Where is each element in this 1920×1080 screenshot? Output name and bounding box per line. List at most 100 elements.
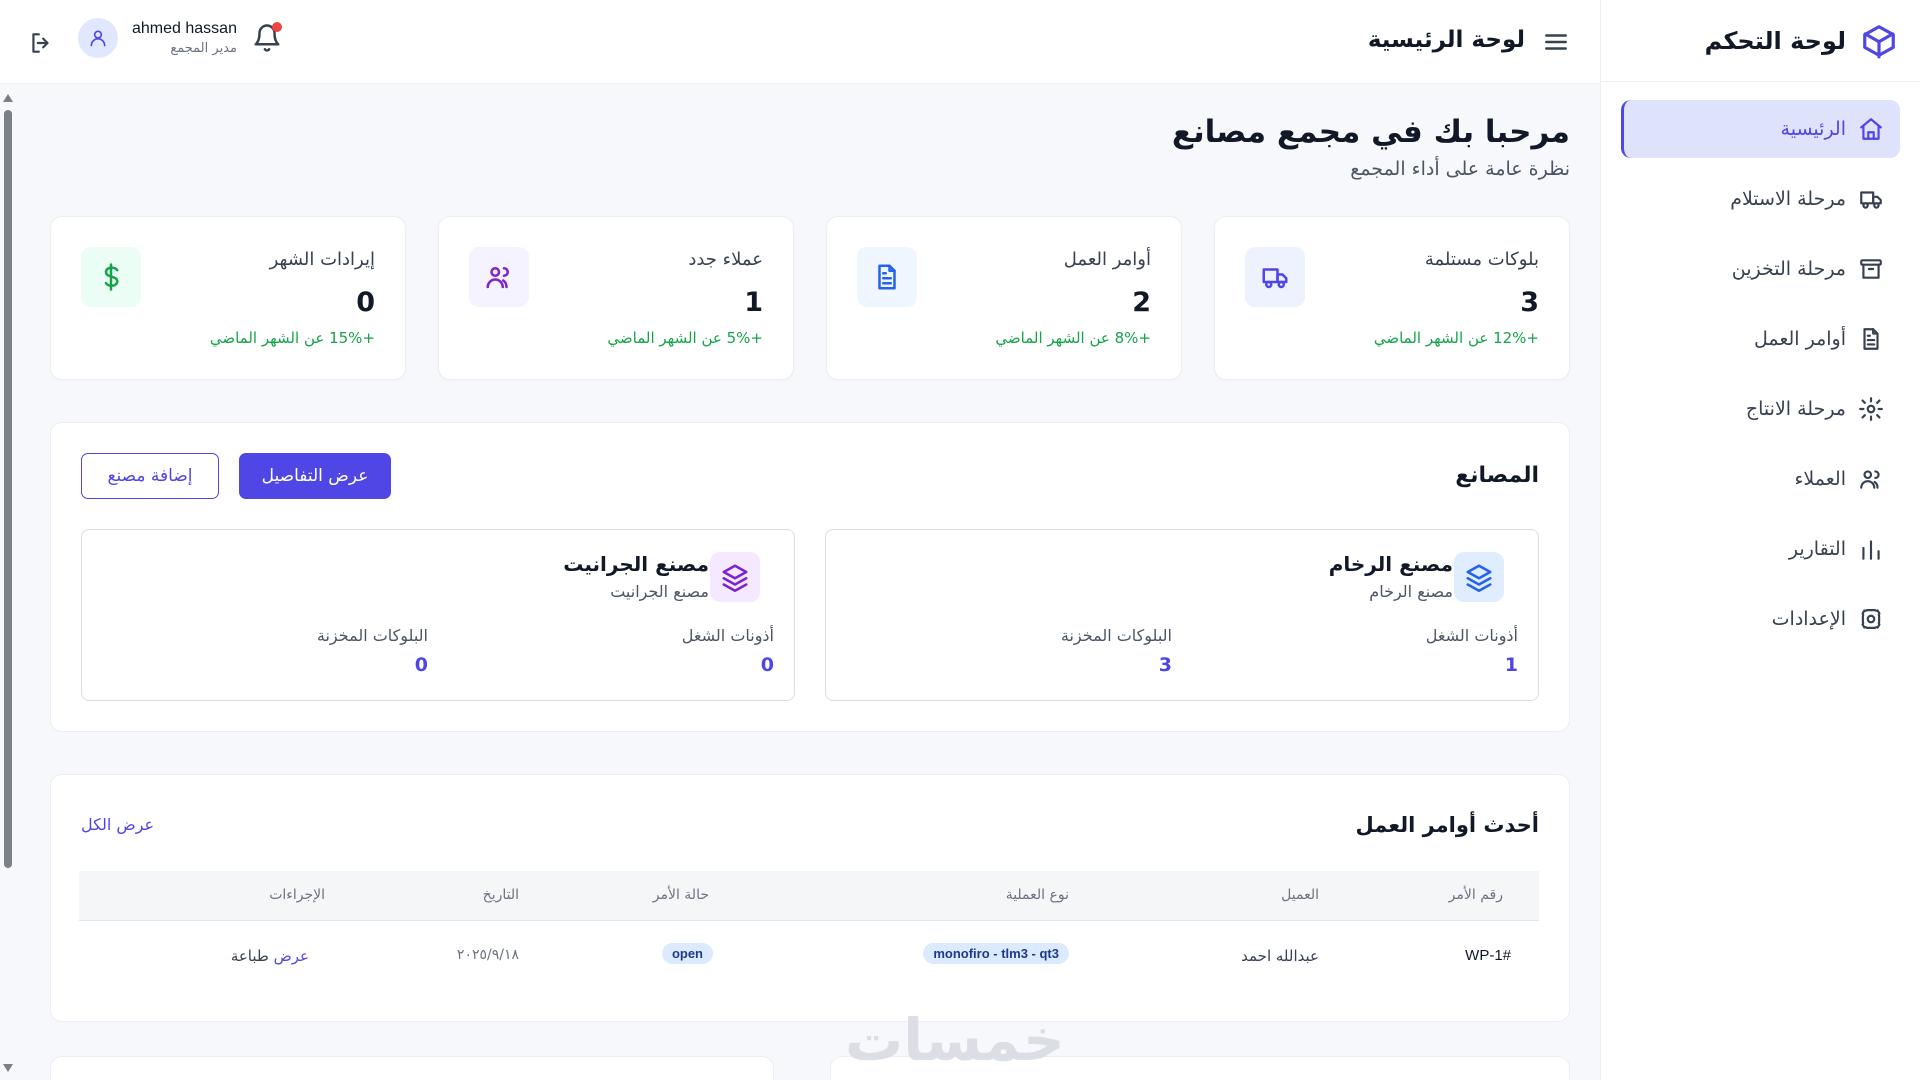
order-date: ٢٠٢٥/٩/١٨ bbox=[456, 947, 519, 963]
sidebar-brand[interactable]: لوحة التحكم bbox=[1601, 0, 1920, 82]
dollar-icon bbox=[104, 263, 119, 291]
work-permits-label: أذونات الشغل bbox=[1425, 626, 1518, 645]
stat-label: إيرادات الشهر bbox=[269, 249, 375, 270]
welcome-title: مرحبا بك في مجمع مصانع bbox=[1171, 114, 1570, 150]
sidebar-item-reports[interactable]: التقارير bbox=[1621, 520, 1900, 578]
user-name: ahmed hassan bbox=[132, 20, 237, 37]
sidebar-item-production[interactable]: مرحلة الانتاج bbox=[1621, 380, 1900, 438]
actions-cell: عرض طباعة bbox=[231, 947, 309, 965]
stat-icon-wrap bbox=[1245, 247, 1305, 307]
stored-blocks-value: 0 bbox=[414, 654, 428, 676]
stat-change: +5% عن الشهر الماضي bbox=[607, 329, 763, 347]
factory-subtitle: مصنع الرخام bbox=[1369, 582, 1453, 601]
stat-change: +15% عن الشهر الماضي bbox=[209, 329, 375, 347]
truck-icon bbox=[1262, 268, 1288, 289]
factory-card-marble[interactable]: مصنع الرخام مصنع الرخام أذونات الشغل 1 ا… bbox=[825, 529, 1539, 701]
stat-card-work-orders: أوامر العمل 2 +8% عن الشهر الماضي bbox=[826, 216, 1182, 380]
stat-icon-wrap bbox=[81, 247, 141, 307]
table-row[interactable]: WP-1# عبدالله احمد monofiro - tlm3 - qt3… bbox=[79, 921, 1539, 991]
factory-icon-wrap bbox=[1454, 552, 1504, 602]
bar-chart-icon bbox=[1862, 540, 1880, 560]
user-menu[interactable]: ahmed hassan مدير المجمع bbox=[78, 18, 237, 58]
stat-label: عملاء جدد bbox=[688, 249, 763, 270]
add-factory-button[interactable]: إضافة مصنع bbox=[81, 453, 219, 499]
status-cell: open bbox=[661, 943, 713, 964]
stats-row: بلوكات مستلمة 3 +12% عن الشهر الماضي أوا… bbox=[50, 216, 1570, 380]
stat-value: 2 bbox=[1132, 287, 1151, 318]
operation-cell: monofiro - tlm3 - qt3 bbox=[923, 943, 1069, 964]
factory-title: مصنع الجرانيت bbox=[563, 552, 709, 576]
sidebar-nav: الرئيسية مرحلة الاستلام مرحلة التخزين أو… bbox=[1601, 82, 1920, 678]
avatar[interactable] bbox=[78, 18, 118, 58]
settings-icon bbox=[1861, 609, 1881, 629]
home-icon bbox=[1860, 118, 1882, 140]
work-permits-label: أذونات الشغل bbox=[681, 626, 774, 645]
print-order-link[interactable]: طباعة bbox=[231, 947, 269, 965]
stat-icon-wrap bbox=[857, 247, 917, 307]
sidebar-item-clients[interactable]: العملاء bbox=[1621, 450, 1900, 508]
sidebar-item-label: التقارير bbox=[1788, 538, 1846, 560]
stored-blocks-label: البلوكات المخزنة bbox=[1060, 626, 1172, 645]
status-badge: open bbox=[661, 943, 713, 964]
logout-icon[interactable] bbox=[28, 30, 54, 56]
column-client: العميل bbox=[1281, 887, 1319, 903]
stat-change: +8% عن الشهر الماضي bbox=[995, 329, 1151, 347]
stat-value: 3 bbox=[1520, 287, 1539, 318]
sidebar-item-label: مرحلة الانتاج bbox=[1745, 398, 1846, 420]
column-operation: نوع العملية bbox=[1005, 887, 1069, 903]
sidebar-item-label: أوامر العمل bbox=[1753, 328, 1846, 350]
user-icon bbox=[90, 30, 106, 47]
user-role: مدير المجمع bbox=[170, 41, 237, 56]
sidebar-item-home[interactable]: الرئيسية bbox=[1621, 100, 1900, 158]
view-order-link[interactable]: عرض bbox=[274, 947, 309, 965]
factory-title: مصنع الرخام bbox=[1328, 552, 1453, 576]
sidebar-item-receiving[interactable]: مرحلة الاستلام bbox=[1621, 170, 1900, 228]
sidebar-item-label: الرئيسية bbox=[1780, 118, 1846, 140]
factory-card-granite[interactable]: مصنع الجرانيت مصنع الجرانيت أذونات الشغل… bbox=[81, 529, 795, 701]
work-permits-value: 0 bbox=[760, 654, 774, 676]
notification-dot bbox=[272, 22, 282, 32]
column-order-number: رقم الأمر bbox=[1448, 887, 1503, 903]
user-meta: ahmed hassan مدير المجمع bbox=[132, 20, 237, 56]
bottom-card-left bbox=[50, 1056, 774, 1080]
sidebar-item-label: مرحلة التخزين bbox=[1731, 258, 1846, 280]
stat-value: 0 bbox=[356, 287, 375, 318]
factory-icon-wrap bbox=[710, 552, 760, 602]
sidebar-title: لوحة التحكم bbox=[1704, 26, 1846, 55]
document-icon bbox=[878, 264, 896, 290]
factories-panel: المصانع عرض التفاصيل إضافة مصنع مصنع الر… bbox=[50, 422, 1570, 732]
sidebar-item-label: العملاء bbox=[1794, 468, 1847, 490]
view-details-button[interactable]: عرض التفاصيل bbox=[239, 453, 391, 499]
stored-blocks-label: البلوكات المخزنة bbox=[316, 626, 428, 645]
users-icon bbox=[1860, 470, 1880, 489]
column-actions: الإجراءات bbox=[269, 887, 325, 903]
sidebar-item-label: الإعدادات bbox=[1771, 608, 1846, 630]
sidebar: لوحة التحكم الرئيسية مرحلة الاستلام مرحل… bbox=[1600, 0, 1920, 1080]
layers-icon bbox=[1466, 564, 1492, 592]
stat-change: +12% عن الشهر الماضي bbox=[1373, 329, 1539, 347]
work-permits-value: 1 bbox=[1504, 654, 1518, 676]
sidebar-item-settings[interactable]: الإعدادات bbox=[1621, 590, 1900, 648]
column-status: حالة الأمر bbox=[652, 887, 709, 903]
stat-card-new-clients: عملاء جدد 1 +5% عن الشهر الماضي bbox=[438, 216, 794, 380]
topbar: لوحة الرئيسية ahmed hassan مدير المجمع bbox=[0, 0, 1600, 84]
table-header: رقم الأمر العميل نوع العملية حالة الأمر … bbox=[79, 871, 1539, 921]
section-title: أحدث أوامر العمل bbox=[1355, 813, 1539, 837]
users-icon bbox=[486, 267, 509, 289]
document-icon bbox=[1863, 328, 1879, 350]
layers-icon bbox=[722, 564, 748, 592]
sidebar-item-storage[interactable]: مرحلة التخزين bbox=[1621, 240, 1900, 298]
stat-label: بلوكات مستلمة bbox=[1424, 249, 1539, 270]
menu-icon[interactable] bbox=[1542, 29, 1570, 55]
section-title: المصانع bbox=[1455, 463, 1539, 488]
stat-icon-wrap bbox=[469, 247, 529, 307]
stat-label: أوامر العمل bbox=[1063, 249, 1151, 270]
factory-subtitle: مصنع الجرانيت bbox=[610, 582, 709, 601]
view-all-link[interactable]: عرض الكل bbox=[81, 815, 154, 834]
operation-badge: monofiro - tlm3 - qt3 bbox=[923, 943, 1069, 964]
sidebar-item-work-orders[interactable]: أوامر العمل bbox=[1621, 310, 1900, 368]
column-date: التاريخ bbox=[482, 887, 519, 903]
truck-icon bbox=[1860, 191, 1882, 209]
stat-card-monthly-revenue: إيرادات الشهر 0 +15% عن الشهر الماضي bbox=[50, 216, 406, 380]
app-root: لوحة التحكم الرئيسية مرحلة الاستلام مرحل… bbox=[0, 0, 1920, 1080]
